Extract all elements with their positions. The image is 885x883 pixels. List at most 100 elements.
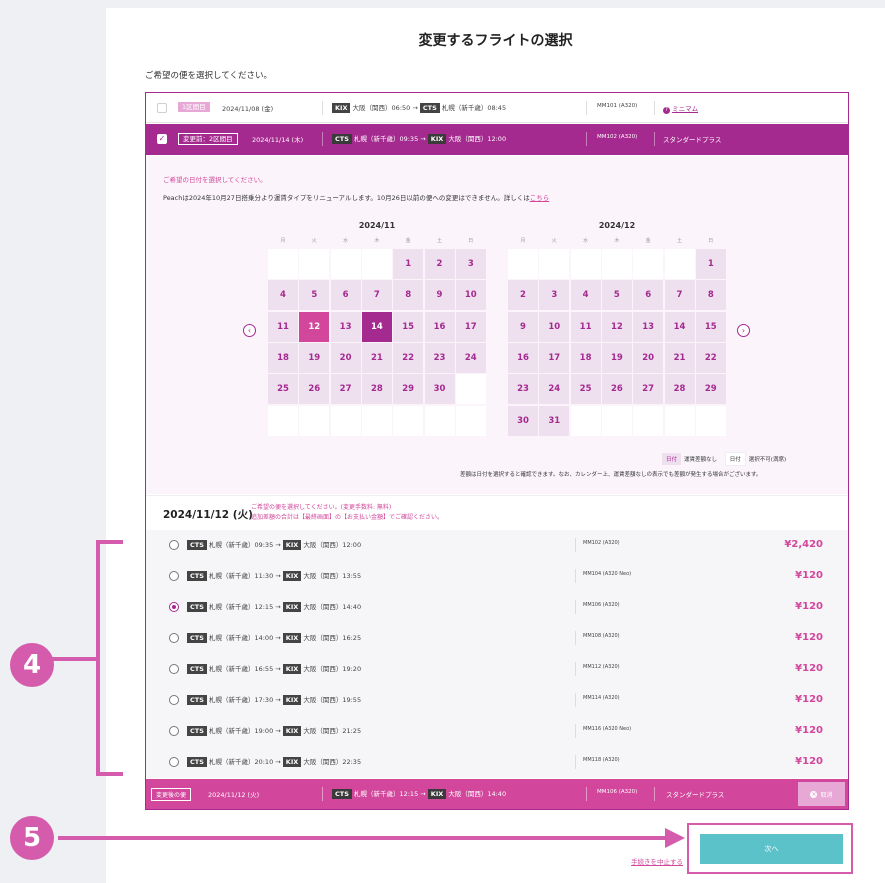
calendar-day[interactable]: 9 (424, 280, 455, 311)
step-4-bracket (96, 540, 123, 776)
flight-option-radio[interactable] (169, 633, 179, 643)
calendar-day[interactable]: 14 (664, 311, 695, 342)
calendar-day[interactable]: 28 (361, 374, 392, 405)
calendar-day[interactable]: 1 (393, 249, 424, 279)
calendar-day[interactable]: 30 (424, 374, 455, 405)
calendar-day[interactable]: 19 (299, 342, 330, 373)
flight-option-row[interactable]: CTS 札幌（新千歳）16:55 → KIX 大阪（関西）19:20 MM112 … (146, 654, 848, 685)
calendar-day[interactable]: 23 (508, 374, 538, 405)
calendar-day[interactable]: 8 (695, 280, 726, 311)
calendar-day[interactable]: 23 (424, 342, 455, 373)
flight-option-row[interactable]: CTS 札幌（新千歳）19:00 → KIX 大阪（関西）21:25 MM116 … (146, 716, 848, 747)
divider (322, 787, 323, 801)
calendar-day[interactable]: 3 (539, 280, 570, 311)
cancel-selection-button[interactable]: × 取消 (798, 782, 845, 806)
flight-option-radio[interactable] (169, 571, 179, 581)
calendar-day[interactable]: 29 (393, 374, 424, 405)
calendar-day[interactable]: 29 (695, 374, 726, 405)
calendar-day[interactable]: 6 (330, 280, 361, 311)
calendar-day[interactable]: 13 (330, 311, 361, 342)
chevron-left-icon[interactable]: ‹ (243, 324, 256, 337)
calendar-day[interactable]: 21 (664, 342, 695, 373)
calendar-day[interactable]: 18 (570, 342, 601, 373)
calendar-day[interactable]: 26 (299, 374, 330, 405)
flight-option-row[interactable]: CTS 札幌（新千歳）09:35 → KIX 大阪（関西）12:00 MM102 … (146, 530, 848, 561)
calendar-day[interactable]: 2 (424, 249, 455, 279)
calendar-day[interactable]: 18 (268, 342, 298, 373)
calendar-day[interactable]: 3 (455, 249, 486, 279)
calendar-day[interactable]: 15 (393, 311, 424, 342)
calendar-day[interactable]: 25 (268, 374, 298, 405)
calendar-day[interactable]: 28 (664, 374, 695, 405)
calendar-day[interactable]: 2 (508, 280, 538, 311)
calendar-day[interactable]: 5 (601, 280, 632, 311)
calendar-day[interactable]: 4 (570, 280, 601, 311)
calendar-day[interactable]: 26 (601, 374, 632, 405)
calendar-day[interactable]: 6 (633, 280, 664, 311)
calendar-day[interactable]: 13 (633, 311, 664, 342)
segment-row-2[interactable]: ✓ 変更前：2区間目 2024/11/14 (木) CTS 札幌（新千歳）09:… (146, 124, 848, 155)
flight-option-radio[interactable] (169, 540, 179, 550)
next-button[interactable]: 次へ (700, 834, 843, 864)
calendar-day[interactable]: 7 (361, 280, 392, 311)
flight-option-radio[interactable] (169, 757, 179, 767)
calendar-day[interactable]: 10 (539, 311, 570, 342)
calendar-day[interactable]: 27 (330, 374, 361, 405)
segment-1-checkbox[interactable] (157, 103, 167, 113)
calendar-day[interactable]: 5 (299, 280, 330, 311)
calendar-day[interactable]: 16 (508, 342, 538, 373)
flight-option-row[interactable]: CTS 札幌（新千歳）20:10 → KIX 大阪（関西）22:35 MM118 … (146, 747, 848, 778)
arrow-right-icon: → (412, 104, 420, 112)
calendar-day[interactable]: 20 (633, 342, 664, 373)
flight-option-row[interactable]: CTS 札幌（新千歳）11:30 → KIX 大阪（関西）13:55 MM104 … (146, 561, 848, 592)
flight-option-row[interactable]: CTS 札幌（新千歳）14:00 → KIX 大阪（関西）16:25 MM108 … (146, 623, 848, 654)
flight-option-row[interactable]: CTS 札幌（新千歳）12:15 → KIX 大阪（関西）14:40 MM106 … (146, 592, 848, 623)
calendar-day[interactable]: 24 (539, 374, 570, 405)
calendar-day[interactable]: 16 (424, 311, 455, 342)
calendar-day[interactable]: 24 (455, 342, 486, 373)
calendar-day[interactable]: 21 (361, 342, 392, 373)
chevron-right-icon[interactable]: › (737, 324, 750, 337)
calendar-day[interactable]: 22 (695, 342, 726, 373)
legend-unavailable-label: 選択不可(満席) (748, 457, 787, 463)
calendar-day[interactable]: 11 (268, 311, 298, 342)
calendar-day[interactable]: 14 (361, 311, 392, 342)
calendar-day[interactable]: 12 (299, 311, 330, 342)
abort-procedure-link[interactable]: 手続きを中止する (631, 856, 683, 866)
calendar-day[interactable]: 1 (695, 249, 726, 279)
weekday-label: 日 (468, 238, 474, 244)
flight-option-radio[interactable] (169, 726, 179, 736)
fare-help-link[interactable]: ? ミニマム (663, 103, 698, 114)
calendar-day[interactable]: 11 (570, 311, 601, 342)
calendar-day[interactable]: 17 (455, 311, 486, 342)
segment-row-1[interactable]: 1区間目 2024/11/08 (金) KIX 大阪（関西）06:50 → CT… (146, 93, 848, 123)
selection-note-line-1: ご希望の便を選択してください。(変更手数料: 無料) (251, 504, 392, 511)
calendar-day[interactable]: 19 (601, 342, 632, 373)
flight-option-route: CTS 札幌（新千歳）16:55 → KIX 大阪（関西）19:20 (187, 663, 361, 674)
calendar-day[interactable]: 15 (695, 311, 726, 342)
flight-option-row[interactable]: CTS 札幌（新千歳）17:30 → KIX 大阪（関西）19:55 MM114 … (146, 685, 848, 716)
calendar-day[interactable]: 17 (539, 342, 570, 373)
segment-2-checkbox[interactable]: ✓ (157, 134, 167, 144)
calendar-day[interactable]: 27 (633, 374, 664, 405)
calendar-day[interactable]: 30 (508, 405, 538, 436)
close-icon: × (810, 790, 818, 798)
calendar-day[interactable]: 31 (539, 405, 570, 436)
calendar-day[interactable]: 12 (601, 311, 632, 342)
calendar-day[interactable]: 20 (330, 342, 361, 373)
arrival-text: 大阪（関西）19:55 (303, 696, 362, 704)
calendar-day[interactable]: 25 (570, 374, 601, 405)
flight-option-radio[interactable] (169, 602, 179, 612)
calendar-empty-cell (330, 405, 361, 436)
details-link[interactable]: こちら (530, 194, 550, 202)
calendar-day[interactable]: 9 (508, 311, 538, 342)
flight-option-radio[interactable] (169, 664, 179, 674)
calendar-day[interactable]: 22 (393, 342, 424, 373)
calendar-day[interactable]: 4 (268, 280, 298, 311)
calendar-day[interactable]: 8 (393, 280, 424, 311)
weekday-label: 土 (436, 238, 442, 244)
calendar-day[interactable]: 10 (455, 280, 486, 311)
calendar-day[interactable]: 7 (664, 280, 695, 311)
flight-option-radio[interactable] (169, 695, 179, 705)
divider (654, 132, 655, 146)
